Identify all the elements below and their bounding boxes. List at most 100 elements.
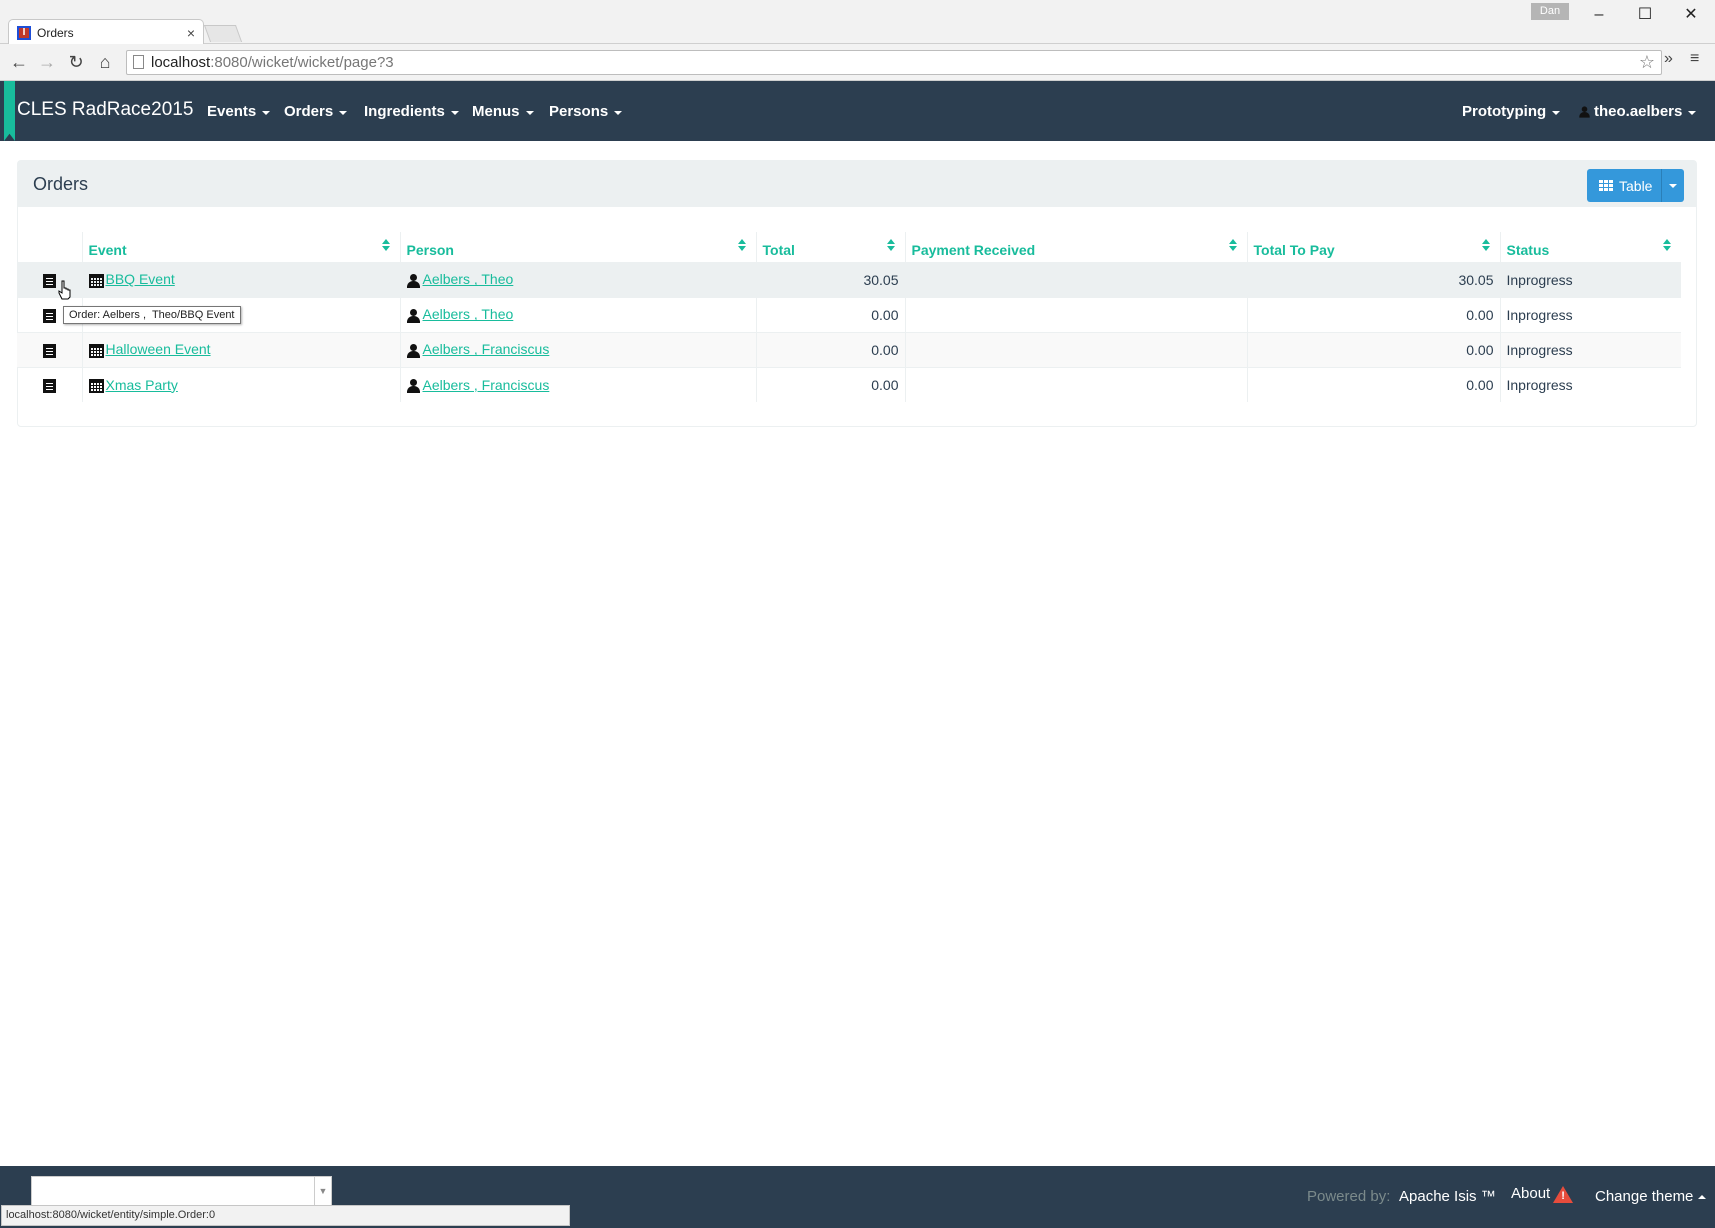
table-view-label: Table <box>1619 177 1653 194</box>
person-icon <box>406 378 420 393</box>
order-document-icon[interactable] <box>42 273 56 288</box>
close-window-icon[interactable]: ✕ <box>1674 3 1708 27</box>
footer-select[interactable]: ▼ <box>31 1176 332 1206</box>
order-document-icon[interactable] <box>42 378 56 393</box>
powered-by-label: Powered by: <box>1307 1188 1391 1205</box>
menu-ingredients[interactable]: Ingredients <box>364 103 459 120</box>
menu-orders[interactable]: Orders <box>284 103 348 120</box>
total-to-pay-cell: 30.05 <box>1246 261 1500 297</box>
payment-received-cell <box>904 296 1247 332</box>
person-link[interactable]: Aelbers , Theo <box>423 271 514 287</box>
caret-up-icon <box>1698 1195 1707 1199</box>
sort-icon[interactable] <box>1663 239 1671 253</box>
back-icon[interactable]: ← <box>6 49 32 75</box>
table-icon <box>1599 180 1613 191</box>
calendar-icon <box>88 378 104 393</box>
column-header-payment-received[interactable]: Payment Received <box>904 232 1247 262</box>
person-cell: Aelbers , Franciscus <box>399 366 756 402</box>
forward-icon[interactable]: → <box>34 49 60 75</box>
menu-persons[interactable]: Persons <box>549 103 623 120</box>
event-cell: Halloween Event <box>81 331 400 367</box>
tab-title: Orders <box>37 25 74 40</box>
person-icon <box>406 308 420 323</box>
apache-isis-link[interactable]: Apache Isis ™ <box>1399 1188 1496 1205</box>
sort-icon[interactable] <box>381 239 390 253</box>
sort-icon[interactable] <box>886 239 895 253</box>
minimize-icon[interactable]: – <box>1582 3 1616 27</box>
table-row[interactable]: Halloween Event Aelbers , Franciscus 0.0… <box>17 331 1681 367</box>
bookmark-star-icon[interactable]: ☆ <box>1639 51 1655 74</box>
order-link-cell[interactable] <box>17 366 82 402</box>
caret-down-icon <box>1688 110 1697 115</box>
calendar-icon <box>88 343 104 358</box>
sort-icon[interactable] <box>1481 239 1490 253</box>
caret-down-icon <box>1552 110 1561 115</box>
about-link[interactable]: About! <box>1511 1185 1574 1203</box>
status-cell: Inprogress <box>1499 261 1681 297</box>
extensions-overflow-icon[interactable]: » <box>1664 50 1673 68</box>
reload-icon[interactable]: ↻ <box>63 49 89 75</box>
menu-user[interactable]: theo.aelbers <box>1578 103 1697 120</box>
person-link[interactable]: Aelbers , Franciscus <box>423 341 550 357</box>
select-arrow-icon[interactable]: ▼ <box>314 1177 331 1205</box>
caret-down-icon <box>450 110 459 115</box>
total-to-pay-cell: 0.00 <box>1246 366 1500 402</box>
table-row[interactable]: Aelbers , Theo 0.00 0.00 Inprogress <box>17 296 1681 332</box>
app-navbar: CLES RadRace2015 Events Orders Ingredien… <box>0 81 1715 141</box>
close-tab-icon[interactable]: × <box>187 25 195 41</box>
person-cell: Aelbers , Theo <box>399 296 756 332</box>
column-header-event[interactable]: Event <box>81 232 400 262</box>
view-toggle-button[interactable]: Table <box>1587 169 1684 202</box>
new-tab-button[interactable] <box>203 25 243 42</box>
table-view-button[interactable]: Table <box>1587 169 1662 202</box>
order-document-icon[interactable] <box>42 308 56 323</box>
order-link-cell[interactable] <box>17 331 82 367</box>
column-header-total[interactable]: Total <box>755 232 905 262</box>
sort-icon[interactable] <box>737 239 746 253</box>
menu-ingredients-label: Ingredients <box>364 103 445 120</box>
menu-user-label: theo.aelbers <box>1594 103 1683 120</box>
column-label: Total <box>762 241 795 258</box>
change-theme-menu[interactable]: Change theme <box>1595 1188 1707 1205</box>
column-label: Person <box>406 241 454 258</box>
navbar-accent-ribbon <box>4 81 15 141</box>
caret-down-icon <box>614 110 623 115</box>
browser-status-url: localhost:8080/wicket/entity/simple.Orde… <box>1 1205 570 1226</box>
page-title: Orders <box>33 174 89 194</box>
total-to-pay-cell: 0.00 <box>1246 331 1500 367</box>
payment-received-cell <box>904 261 1247 297</box>
order-link-cell[interactable] <box>17 261 82 297</box>
about-label: About <box>1511 1185 1551 1202</box>
app-brand[interactable]: CLES RadRace2015 <box>17 99 193 121</box>
event-cell: Xmas Party <box>81 366 400 402</box>
table-row[interactable]: BBQ Event Aelbers , Theo 30.05 30.05 Inp… <box>17 261 1681 297</box>
event-link[interactable]: Xmas Party <box>106 377 178 393</box>
menu-persons-label: Persons <box>549 103 609 120</box>
column-header-total-to-pay[interactable]: Total To Pay <box>1246 232 1500 262</box>
column-header-icon <box>17 232 82 262</box>
address-bar[interactable]: localhost:8080/wicket/wicket/page?3 ☆ <box>126 50 1662 75</box>
maximize-icon[interactable]: ☐ <box>1628 3 1662 27</box>
sort-icon[interactable] <box>1228 239 1237 253</box>
caret-down-icon <box>339 110 348 115</box>
home-icon[interactable]: ⌂ <box>92 49 118 75</box>
person-link[interactable]: Aelbers , Theo <box>423 306 514 322</box>
column-header-status[interactable]: Status <box>1499 232 1681 262</box>
event-link[interactable]: BBQ Event <box>106 271 175 287</box>
menu-events[interactable]: Events <box>207 103 271 120</box>
table-row[interactable]: Xmas Party Aelbers , Franciscus 0.00 0.0… <box>17 366 1681 402</box>
event-link[interactable]: Halloween Event <box>106 341 211 357</box>
address-path: :8080/wicket/wicket/page?3 <box>210 54 394 71</box>
status-cell: Inprogress <box>1499 296 1681 332</box>
column-header-person[interactable]: Person <box>399 232 756 262</box>
menu-prototyping[interactable]: Prototyping <box>1462 103 1561 120</box>
app-favicon-icon: I <box>17 25 31 40</box>
chrome-menu-icon[interactable]: ≡ <box>1690 50 1699 68</box>
menu-menus[interactable]: Menus <box>472 103 534 120</box>
order-document-icon[interactable] <box>42 343 56 358</box>
view-dropdown-toggle[interactable] <box>1662 183 1684 188</box>
menu-menus-label: Menus <box>472 103 520 120</box>
browser-tab[interactable]: I Orders × <box>8 19 204 45</box>
person-link[interactable]: Aelbers , Franciscus <box>423 377 550 393</box>
total-cell: 0.00 <box>755 296 905 332</box>
